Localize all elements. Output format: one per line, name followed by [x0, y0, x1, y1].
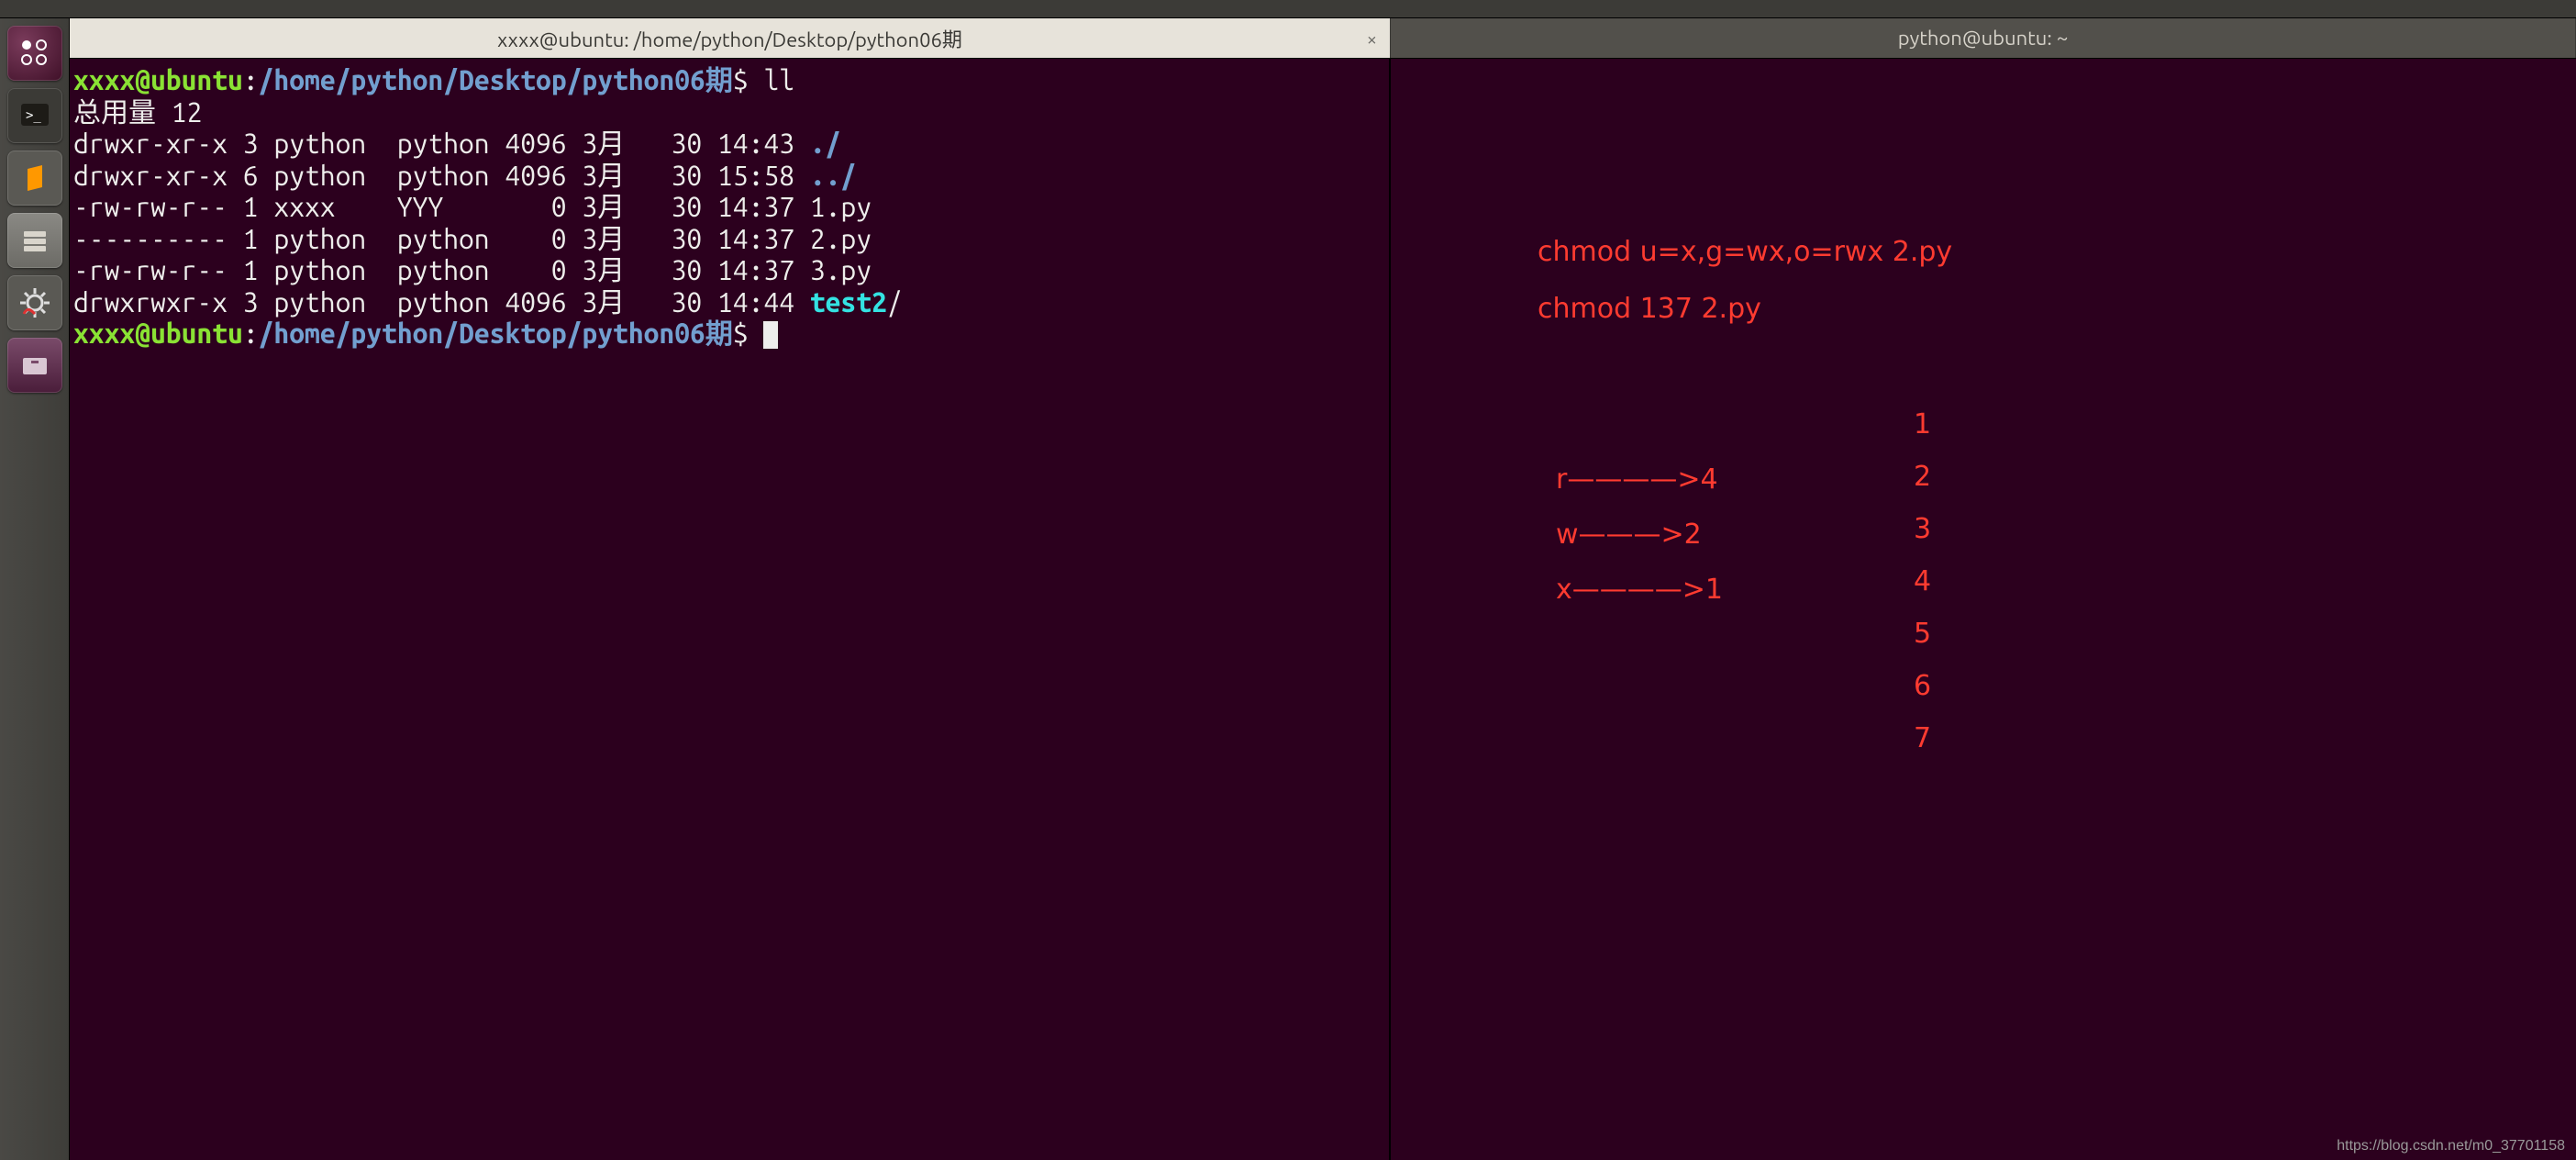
terminal-cursor — [763, 321, 778, 349]
tab-terminal-1[interactable]: xxxx@ubuntu: /home/python/Desktop/python… — [70, 18, 1391, 58]
close-icon[interactable]: × — [1367, 28, 1377, 49]
files-icon[interactable] — [7, 213, 62, 268]
dash-icon[interactable] — [7, 26, 62, 81]
annotation-perm-w: w———>2 — [1556, 516, 1702, 554]
annotation-perm-r: r————>4 — [1556, 461, 1718, 499]
tab-terminal-2[interactable]: python@ubuntu: ~ — [1391, 18, 2576, 58]
terminal-icon[interactable]: >_ — [7, 88, 62, 143]
terminal-right[interactable]: chmod u=x,g=wx,o=rwx 2.py chmod 137 2.py… — [1391, 59, 2576, 1160]
sublime-icon[interactable] — [7, 151, 62, 206]
watermark-text: https://blog.csdn.net/m0_37701158 — [2337, 1138, 2565, 1154]
annotation-perm-x: x————>1 — [1556, 571, 1723, 609]
window-titlebar — [0, 0, 2576, 18]
annotation-chmod-symbolic: chmod u=x,g=wx,o=rwx 2.py — [1538, 233, 1952, 272]
tab-title: python@ubuntu: ~ — [1898, 27, 2068, 50]
settings-icon[interactable] — [7, 275, 62, 330]
unity-launcher: >_ — [0, 18, 70, 1160]
tab-title: xxxx@ubuntu: /home/python/Desktop/python… — [497, 24, 962, 53]
drawer-icon[interactable] — [7, 338, 62, 393]
terminal-tabbar: xxxx@ubuntu: /home/python/Desktop/python… — [70, 18, 2576, 59]
terminal-left[interactable]: xxxx@ubuntu:/home/python/Desktop/python0… — [70, 59, 1391, 1160]
annotation-number-list: 1 2 3 4 5 6 7 — [1914, 398, 1931, 764]
annotation-chmod-octal: chmod 137 2.py — [1538, 290, 1761, 329]
svg-text:>_: >_ — [26, 108, 41, 123]
terminal-panes: xxxx@ubuntu:/home/python/Desktop/python0… — [70, 59, 2576, 1160]
